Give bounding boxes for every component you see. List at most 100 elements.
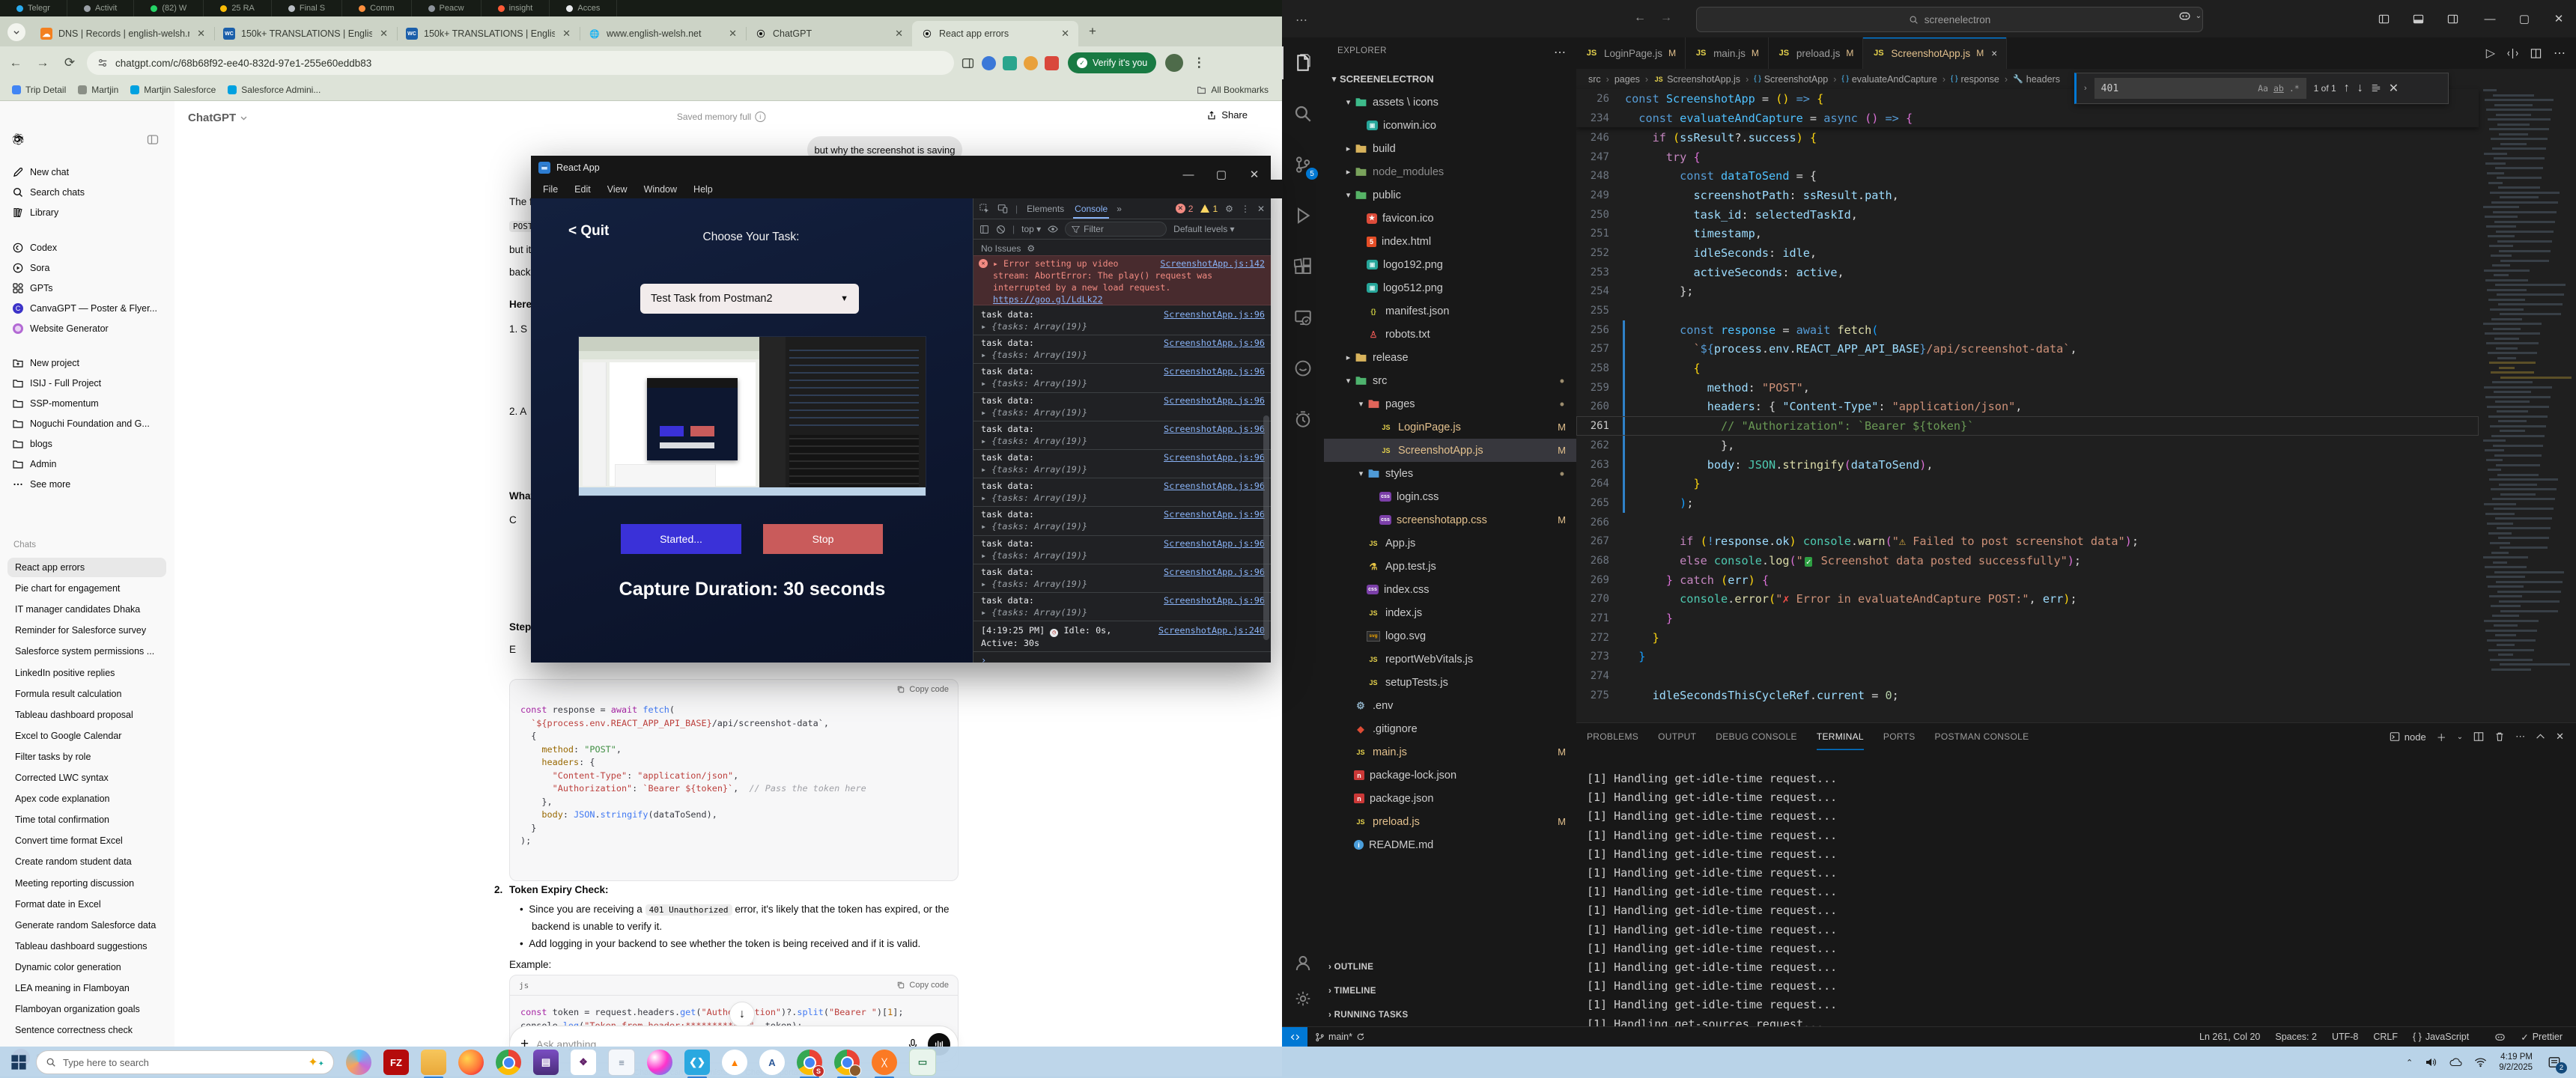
- tree-item-readme.md[interactable]: i README.md: [1324, 833, 1576, 856]
- tree-item-logo.svg[interactable]: svg logo.svg: [1324, 624, 1576, 648]
- find-close-icon[interactable]: ✕: [2389, 81, 2399, 96]
- back-button[interactable]: ←: [4, 52, 27, 74]
- log-source-link[interactable]: ScreenshotApp.js:96: [1164, 538, 1265, 549]
- log-source-link[interactable]: ScreenshotApp.js:96: [1164, 423, 1265, 435]
- log-source-link[interactable]: ScreenshotApp.js:96: [1164, 337, 1265, 349]
- extension-icon-teal[interactable]: [1003, 55, 1017, 70]
- split-editor-icon[interactable]: [2530, 48, 2542, 59]
- chat-item[interactable]: Excel to Google Calendar: [7, 726, 166, 746]
- breadcrumb-item[interactable]: src: [1588, 74, 1601, 85]
- status-item-spaces-2[interactable]: Spaces: 2: [2275, 1032, 2317, 1042]
- tree-item-.gitignore[interactable]: ◆ .gitignore: [1324, 717, 1576, 740]
- menu-edit[interactable]: Edit: [574, 184, 591, 195]
- devtools-settings-icon[interactable]: ⚙: [1225, 204, 1233, 214]
- onedrive-icon[interactable]: [2449, 1057, 2462, 1068]
- window-minimize[interactable]: —: [2473, 0, 2507, 37]
- sidebar-item-library[interactable]: Library: [7, 203, 163, 222]
- sidebar-project-noguchi-foundation-and-g[interactable]: Noguchi Foundation and G...: [7, 414, 163, 433]
- tree-item-.env[interactable]: ⚙ .env: [1324, 694, 1576, 717]
- chat-item[interactable]: Convert time format Excel: [7, 831, 166, 850]
- clear-console-icon[interactable]: [996, 225, 1006, 234]
- window-maximize[interactable]: ▢: [2507, 0, 2542, 37]
- terminal-profile[interactable]: node: [2390, 731, 2426, 743]
- run-button[interactable]: ▷: [2486, 46, 2495, 61]
- tree-item-index.js[interactable]: JS index.js: [1324, 601, 1576, 624]
- chat-item[interactable]: Meeting reporting discussion: [7, 874, 166, 893]
- copilot-icon[interactable]: ⌄: [2178, 10, 2202, 22]
- background-tab[interactable]: Telegr: [0, 0, 67, 16]
- chat-item[interactable]: IT manager candidates Dhaka: [7, 600, 166, 619]
- forward-button[interactable]: →: [31, 52, 54, 74]
- tab-console[interactable]: Console: [1073, 198, 1109, 219]
- tree-item-manifest.json[interactable]: {} manifest.json: [1324, 299, 1576, 323]
- menu-help[interactable]: Help: [693, 184, 713, 195]
- background-tab[interactable]: Final S: [272, 0, 343, 16]
- copy-code-button[interactable]: Copy code: [896, 685, 949, 694]
- taskbar-icon-winrar[interactable]: ▤: [533, 1050, 559, 1075]
- find-in-selection-icon[interactable]: [2371, 83, 2381, 94]
- code-area[interactable]: 246 if (ssResult?.success) {247 try {248…: [1576, 128, 2479, 705]
- remote-indicator[interactable]: [1282, 1027, 1307, 1047]
- panel-tab-postman-console[interactable]: POSTMAN CONSOLE: [1935, 731, 2029, 742]
- chat-item[interactable]: LinkedIn positive replies: [7, 663, 166, 683]
- browser-tab[interactable]: WC 150k+ TRANSLATIONS | English ✕: [397, 21, 580, 46]
- taskbar-icon-notepad[interactable]: ≡: [608, 1049, 635, 1076]
- task-select[interactable]: Test Task from Postman2 ▼: [640, 284, 859, 314]
- status-item-ln-261-col-20[interactable]: Ln 261, Col 20: [2199, 1032, 2260, 1042]
- panel-close-icon[interactable]: ✕: [2556, 731, 2564, 743]
- sidebar-app-canvagpt-poster-flyer[interactable]: C CanvaGPT — Poster & Flyer...: [7, 299, 163, 318]
- background-browser-tabstrip[interactable]: Telegr Activit (82) W 25 RA Final S Comm Peacw…: [0, 0, 1282, 16]
- tab-close-icon[interactable]: ✕: [561, 28, 572, 40]
- background-tab[interactable]: Acces: [550, 0, 618, 16]
- log-source-link[interactable]: ScreenshotApp.js:96: [1164, 508, 1265, 520]
- chat-item[interactable]: Generate random Salesforce data: [7, 916, 166, 935]
- console-log-entry[interactable]: task data: ScreenshotApp.js:96 ▸ {tasks: A…: [973, 536, 1271, 564]
- tree-item-package.json[interactable]: n package.json: [1324, 787, 1576, 810]
- panel-tab-problems[interactable]: PROBLEMS: [1587, 731, 1638, 742]
- start-button[interactable]: Started...: [621, 524, 741, 554]
- sidebar-item-new-chat[interactable]: New chat: [7, 162, 163, 182]
- extension-icon-blue[interactable]: [982, 55, 996, 70]
- warning-badge[interactable]: 1: [1200, 204, 1218, 214]
- sidebar-project-blogs[interactable]: blogs: [7, 434, 163, 454]
- find-prev-icon[interactable]: ↑: [2344, 82, 2350, 95]
- taskbar-icon-accessibility[interactable]: A: [759, 1050, 785, 1075]
- reload-button[interactable]: ⟳: [58, 52, 81, 74]
- breadcrumb-item[interactable]: { } evaluateAndCapture: [1841, 74, 1936, 85]
- tree-item-app.js[interactable]: JS App.js: [1324, 532, 1576, 555]
- tree-item-screenshotapp.js[interactable]: JS ScreenshotApp.js M: [1324, 439, 1576, 462]
- section-timeline[interactable]: › TIMELINE: [1328, 987, 1376, 996]
- error-badge[interactable]: ✕ 2: [1175, 204, 1193, 214]
- sidebar-app-sora[interactable]: Sora: [7, 258, 163, 278]
- share-button[interactable]: Share: [1206, 109, 1248, 121]
- sync-icon[interactable]: [1356, 1032, 1365, 1041]
- vscode-titlebar[interactable]: ⋯ ← → screenelectron ⌄ — ▢ ✕: [1282, 0, 2576, 38]
- status-item-prettier[interactable]: ✓ Prettier: [2521, 1032, 2563, 1043]
- chat-item[interactable]: Filter tasks by role: [7, 747, 166, 767]
- background-tab[interactable]: Activit: [67, 0, 135, 16]
- memory-full-note[interactable]: Saved memory full i: [677, 112, 766, 122]
- menu-file[interactable]: File: [543, 184, 558, 195]
- panel-tab-output[interactable]: OUTPUT: [1658, 731, 1696, 742]
- tree-item-public[interactable]: ▾ public: [1324, 183, 1576, 207]
- copy-code-button-2[interactable]: Copy code: [896, 981, 949, 990]
- activity-settings[interactable]: [1282, 982, 1324, 1015]
- browser-menu-button[interactable]: ⋮: [1188, 52, 1210, 74]
- panel-tab-ports[interactable]: PORTS: [1883, 731, 1916, 742]
- tree-item-reportwebvitals.js[interactable]: JS reportWebVitals.js: [1324, 648, 1576, 671]
- git-branch[interactable]: main*: [1315, 1032, 1365, 1042]
- chat-item[interactable]: Create random student data: [7, 852, 166, 871]
- tree-item-loginpage.js[interactable]: JS LoginPage.js M: [1324, 415, 1576, 439]
- activity-remote-explorer[interactable]: [1282, 301, 1324, 334]
- tree-item-release[interactable]: ▸ release: [1324, 346, 1576, 369]
- taskbar-clock[interactable]: 4:19 PM 9/2/2025: [2499, 1052, 2533, 1073]
- menu-view[interactable]: View: [607, 184, 628, 195]
- taskbar-icon-vscode[interactable]: ❮❯: [684, 1050, 710, 1078]
- activity-accounts[interactable]: [1282, 947, 1324, 980]
- terminal-output[interactable]: [1] Handling get-idle-time request... [1]…: [1587, 770, 1837, 1034]
- search-highlights-icon[interactable]: ✦✦: [308, 1055, 324, 1070]
- find-widget[interactable]: › 401 Aa ab .* 1 of 1 ↑ ↓ ✕: [2074, 73, 2449, 104]
- tab-close-icon[interactable]: ✕: [893, 28, 905, 40]
- tree-item-index.html[interactable]: 5 index.html: [1324, 230, 1576, 253]
- background-tab[interactable]: 25 RA: [204, 0, 272, 16]
